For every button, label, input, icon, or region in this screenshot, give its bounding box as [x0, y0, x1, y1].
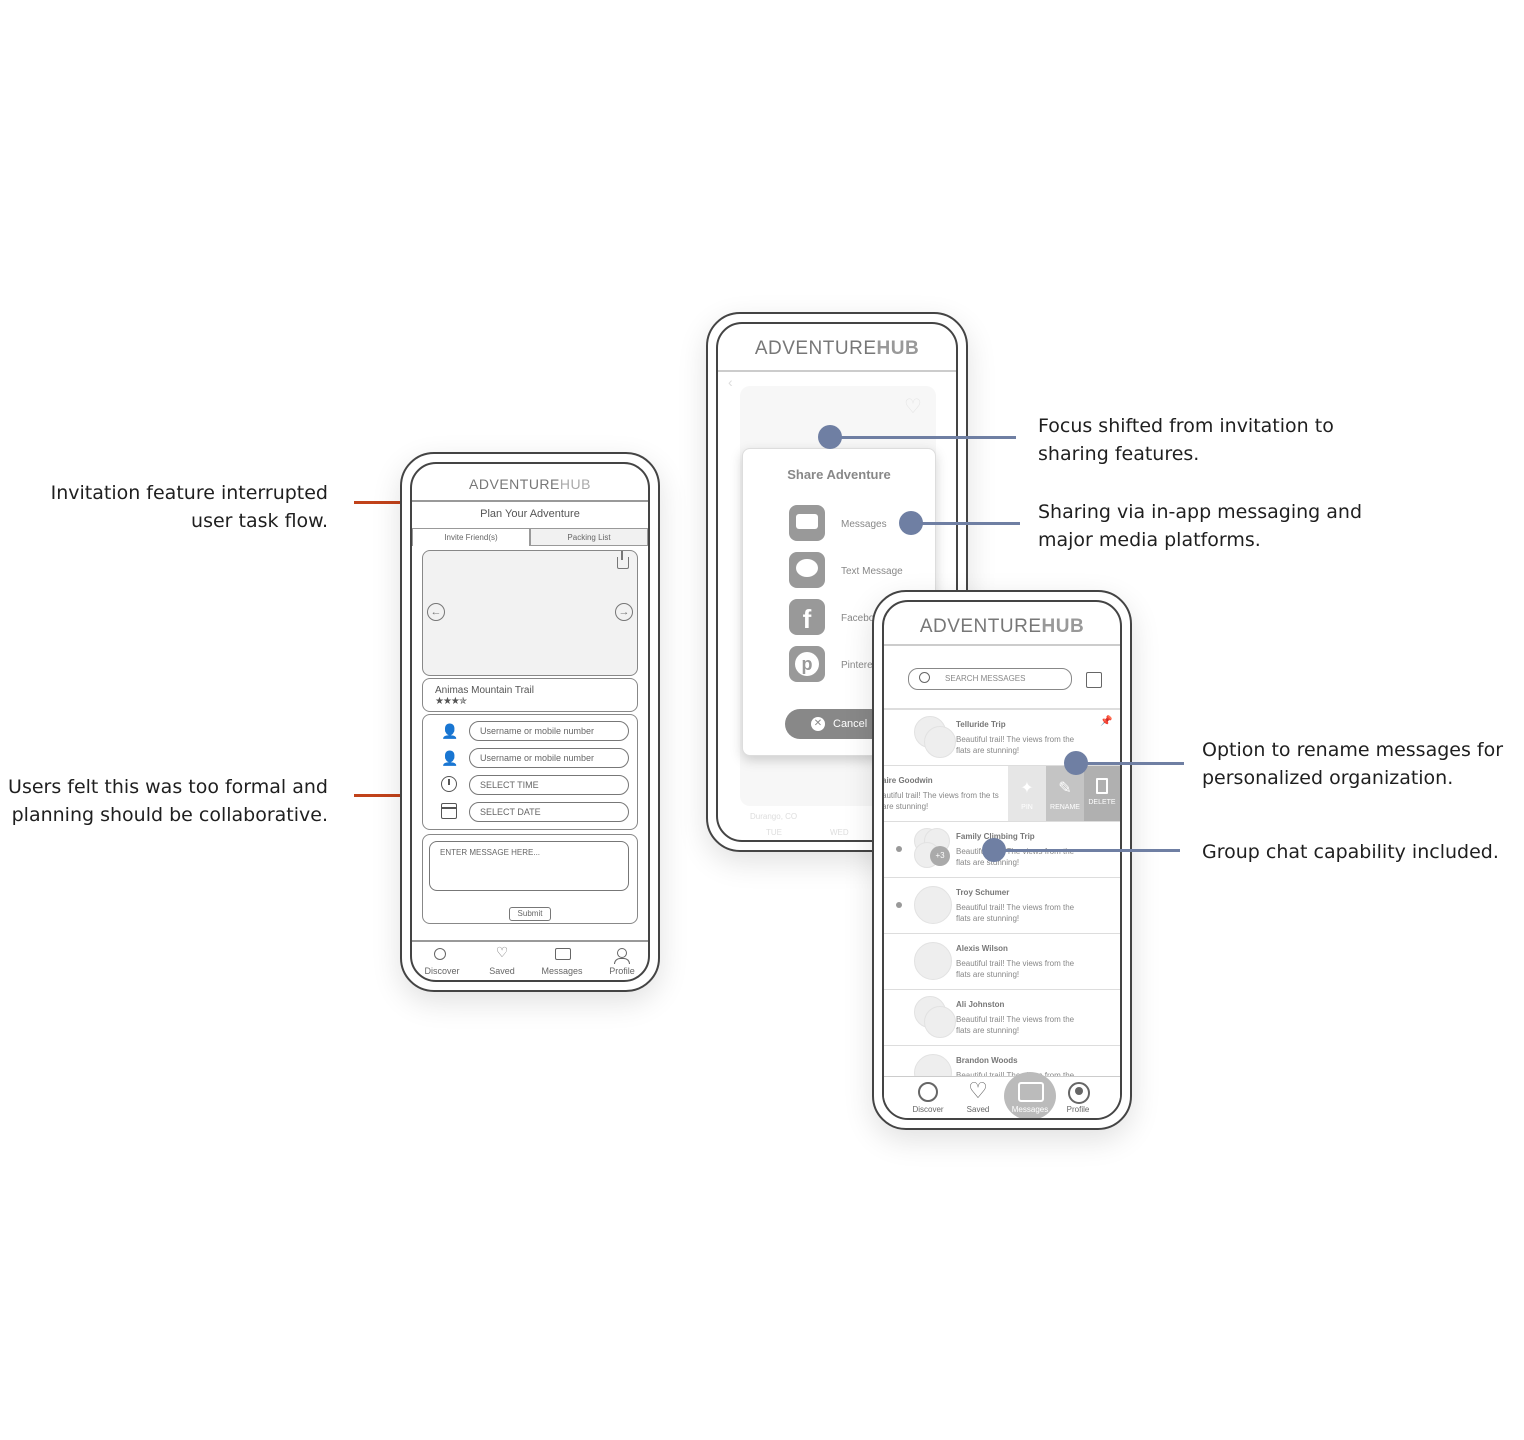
unread-dot: [896, 902, 902, 908]
avatar: [924, 726, 956, 758]
connector-line: [830, 436, 1016, 439]
connector-dot: [982, 838, 1006, 862]
facebook-icon: f: [789, 599, 825, 635]
nav-messages[interactable]: Messages: [532, 948, 592, 978]
message-section: ENTER MESSAGE HERE... Submit: [422, 834, 638, 924]
day-label: WED: [830, 828, 849, 837]
pin-icon: 📌: [1100, 716, 1113, 727]
delete-button[interactable]: DELETE: [1084, 766, 1120, 821]
tab-invite-friends[interactable]: Invite Friend(s): [412, 528, 530, 546]
username-field[interactable]: Username or mobile number: [469, 748, 629, 768]
compose-icon[interactable]: [1086, 672, 1102, 688]
connector-dot: [1064, 751, 1088, 775]
pin-button[interactable]: ✦ PIN: [1008, 766, 1046, 821]
nav-saved[interactable]: ♡ Saved: [472, 944, 532, 978]
header-divider: [412, 500, 648, 502]
share-icon[interactable]: [617, 551, 629, 569]
trash-icon: [1096, 778, 1108, 794]
share-option-label: Facebo: [841, 613, 875, 624]
app-logo: ADVENTUREHUB: [919, 616, 1085, 637]
message-input[interactable]: ENTER MESSAGE HERE...: [429, 841, 629, 891]
app-logo: ADVENTUREHUB: [754, 338, 920, 359]
profile-icon: [1068, 1082, 1090, 1104]
nav-saved[interactable]: ♡ Saved: [948, 1078, 1008, 1116]
time-select[interactable]: SELECT TIME: [469, 775, 629, 795]
calendar-icon: [441, 803, 457, 819]
page-title: Plan Your Adventure: [480, 508, 580, 520]
clock-icon: [441, 776, 457, 792]
avatar: [914, 942, 952, 980]
submit-button[interactable]: Submit: [509, 907, 551, 921]
share-option-text-message[interactable]: Text Message: [789, 552, 929, 590]
trail-image-carousel: ← →: [422, 550, 638, 676]
phone-messages-mockup: ADVENTUREHUB SEARCH MESSAGES Telluride T…: [872, 590, 1132, 1130]
nav-discover[interactable]: Discover: [412, 948, 472, 978]
annotation-group-chat: Group chat capability included.: [1202, 841, 1499, 863]
heart-icon: ♡: [495, 944, 509, 960]
app-logo: ADVENTUREHUB: [469, 476, 591, 492]
annotation-invite-interrupted: Invitation feature interrupted user task…: [50, 482, 328, 532]
avatar: [914, 886, 952, 924]
connector-line: [910, 522, 1020, 525]
speech-bubble-icon: [789, 552, 825, 588]
arrow-right-icon[interactable]: →: [615, 603, 633, 621]
share-option-label: Messages: [841, 519, 887, 530]
heart-icon[interactable]: ♡: [904, 394, 922, 419]
back-chevron-icon[interactable]: ‹: [728, 374, 733, 390]
profile-icon: [617, 948, 627, 958]
location-text: Durango, CO: [750, 812, 798, 821]
unread-dot: [896, 846, 902, 852]
share-option-label: Pintere: [841, 660, 873, 671]
avatar: [924, 1006, 956, 1038]
connector-line: [994, 849, 1180, 852]
connector-dot: [899, 511, 923, 535]
list-item[interactable]: Alexis Wilson Beautiful trail! The views…: [884, 934, 1120, 991]
phone-screen: ADVENTUREHUB Plan Your Adventure Invite …: [410, 462, 650, 982]
heart-icon: ♡: [968, 1078, 988, 1103]
phone-screen: ADVENTUREHUB SEARCH MESSAGES Telluride T…: [882, 600, 1122, 1120]
nav-profile[interactable]: Profile: [1048, 1080, 1108, 1116]
connector-dot: [818, 425, 842, 449]
list-item[interactable]: Ali Johnston Beautiful trail! The views …: [884, 990, 1120, 1047]
share-modal-title: Share Adventure: [787, 467, 891, 482]
date-select[interactable]: SELECT DATE: [469, 802, 629, 822]
username-field[interactable]: Username or mobile number: [469, 721, 629, 741]
messages-icon: [789, 505, 825, 541]
close-icon: ✕: [811, 717, 825, 731]
search-icon: [918, 1082, 938, 1102]
annotation-focus-shift: Focus shifted from invitation to sharing…: [1038, 415, 1334, 465]
invite-form: 👤 Username or mobile number 👤 Username o…: [422, 714, 638, 830]
chat-icon: [555, 948, 571, 960]
phone-plan-mockup: ADVENTUREHUB Plan Your Adventure Invite …: [400, 452, 660, 992]
connector-line: [1076, 762, 1184, 765]
arrow-left-icon[interactable]: ←: [427, 603, 445, 621]
share-option-label: Text Message: [841, 566, 903, 577]
search-bar[interactable]: SEARCH MESSAGES: [908, 668, 1072, 690]
list-item[interactable]: aire Goodwin autiful trail! The views fr…: [884, 766, 1120, 823]
trail-info-card: Animas Mountain Trail ★★★✯: [422, 678, 638, 712]
day-label: TUE: [766, 828, 782, 837]
header-divider: [884, 644, 1120, 646]
annotation-too-formal: Users felt this was too formal and plann…: [8, 776, 328, 826]
pinterest-icon: p: [789, 646, 825, 682]
chat-icon: [1018, 1082, 1044, 1102]
bottom-nav: [412, 940, 648, 942]
annotation-sharing-via: Sharing via in-app messaging and major m…: [1038, 501, 1363, 551]
add-user-icon: 👤: [441, 723, 459, 739]
tab-packing-list[interactable]: Packing List: [530, 528, 648, 546]
pencil-icon: ✎: [1058, 780, 1072, 797]
group-count-badge: +3: [930, 846, 950, 866]
search-icon: [919, 672, 930, 683]
annotation-rename: Option to rename messages for personaliz…: [1202, 739, 1504, 789]
rating-stars: ★★★✯: [435, 696, 467, 707]
trail-name: Animas Mountain Trail: [435, 685, 534, 696]
add-user-icon: 👤: [441, 750, 459, 766]
search-icon: [434, 948, 446, 960]
nav-profile[interactable]: Profile: [592, 948, 648, 978]
header-divider: [718, 370, 956, 372]
pin-icon: ✦: [1020, 780, 1034, 797]
list-item[interactable]: Troy Schumer Beautiful trail! The views …: [884, 878, 1120, 935]
